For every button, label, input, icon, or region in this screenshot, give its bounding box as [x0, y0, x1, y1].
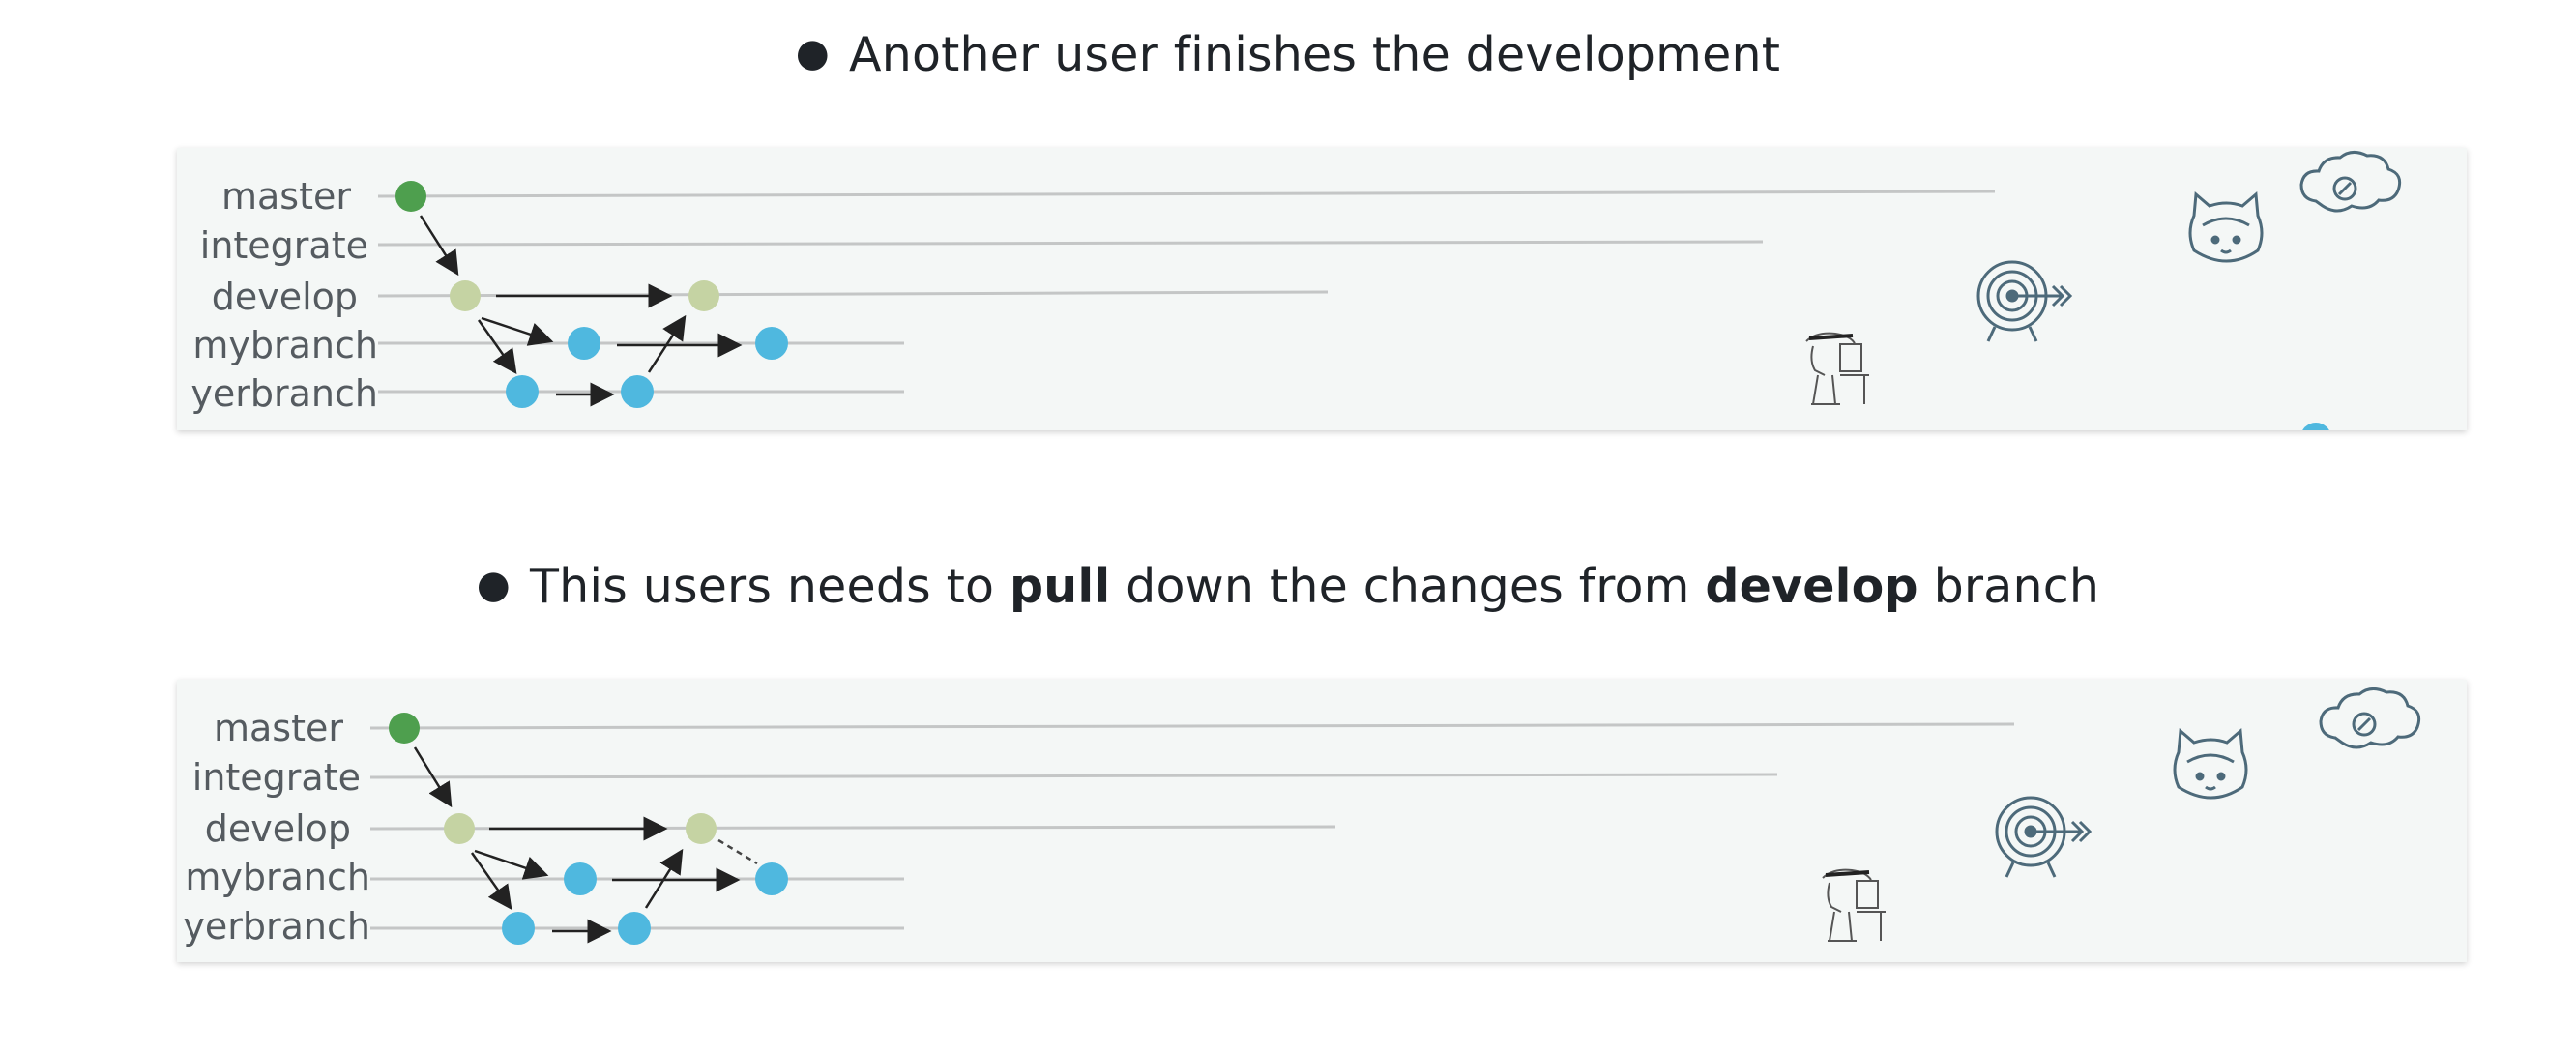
branch-label-master: master	[214, 707, 343, 749]
branch-label-integrate: integrate	[192, 756, 361, 799]
commit-yerbranch-2	[618, 912, 651, 945]
commit-mybranch-1	[568, 327, 600, 360]
octocat-mascot-icon	[2188, 190, 2264, 263]
target-icon	[1995, 796, 2093, 878]
branch-line-master	[369, 722, 2015, 730]
bullet-text-1: This users needs to	[530, 559, 1010, 614]
commit-develop-2	[688, 280, 719, 311]
branch-label-develop: develop	[205, 807, 351, 850]
commit-mybranch-2	[755, 862, 788, 895]
commit-develop-1	[450, 280, 481, 311]
branch-label-master: master	[221, 175, 351, 218]
developer-sketch-icon	[1822, 868, 1886, 942]
branch-label-develop: develop	[212, 276, 358, 318]
commit-mybranch-2	[755, 327, 788, 360]
bullet-dot: ●	[476, 563, 511, 607]
cloud-icon	[2319, 687, 2421, 749]
cloud-icon	[2299, 151, 2402, 213]
pull-dashed-link	[717, 838, 758, 865]
bullet-text: Another user finishes the development	[848, 27, 1781, 82]
commit-mybranch-1	[564, 862, 597, 895]
branch-label-mybranch: mybranch	[192, 324, 378, 366]
commit-partial-offscreen	[2302, 423, 2329, 430]
bullet-another-user-finishes: ● Another user finishes the development	[0, 27, 2576, 82]
branch-label-yerbranch: yerbranch	[190, 372, 378, 415]
commit-yerbranch-2	[621, 375, 654, 408]
branch-line-integrate	[377, 240, 1764, 247]
commit-yerbranch-1	[506, 375, 539, 408]
branch-line-master	[377, 190, 1996, 198]
commit-master	[389, 713, 420, 744]
bullet-bold-develop: develop	[1705, 559, 1918, 614]
commit-yerbranch-1	[502, 912, 535, 945]
git-branch-diagram-2: master integrate develop mybranch yerbra…	[177, 680, 2467, 962]
octocat-mascot-icon	[2173, 727, 2248, 800]
branch-label-yerbranch: yerbranch	[183, 905, 370, 948]
bullet-pull-changes: ● This users needs to pull down the chang…	[0, 559, 2576, 614]
branch-label-integrate: integrate	[200, 224, 368, 267]
diagram-svg-1: master integrate develop mybranch yerbra…	[190, 151, 2402, 430]
diagram-svg-2: master integrate develop mybranch yerbra…	[183, 687, 2421, 948]
bullet-dot: ●	[795, 31, 830, 75]
target-icon	[1976, 260, 2073, 342]
git-branch-diagram-1: master integrate develop mybranch yerbra…	[177, 148, 2467, 430]
commit-develop-2	[686, 813, 717, 844]
developer-sketch-icon	[1805, 332, 1869, 405]
bullet-text-2: down the changes from	[1110, 559, 1706, 614]
commit-develop-1	[444, 813, 475, 844]
branch-label-mybranch: mybranch	[185, 856, 370, 898]
bullet-bold-pull: pull	[1010, 559, 1111, 614]
commit-master	[395, 181, 426, 212]
branch-line-integrate	[369, 773, 1778, 779]
bullet-text-3: branch	[1917, 559, 2100, 614]
